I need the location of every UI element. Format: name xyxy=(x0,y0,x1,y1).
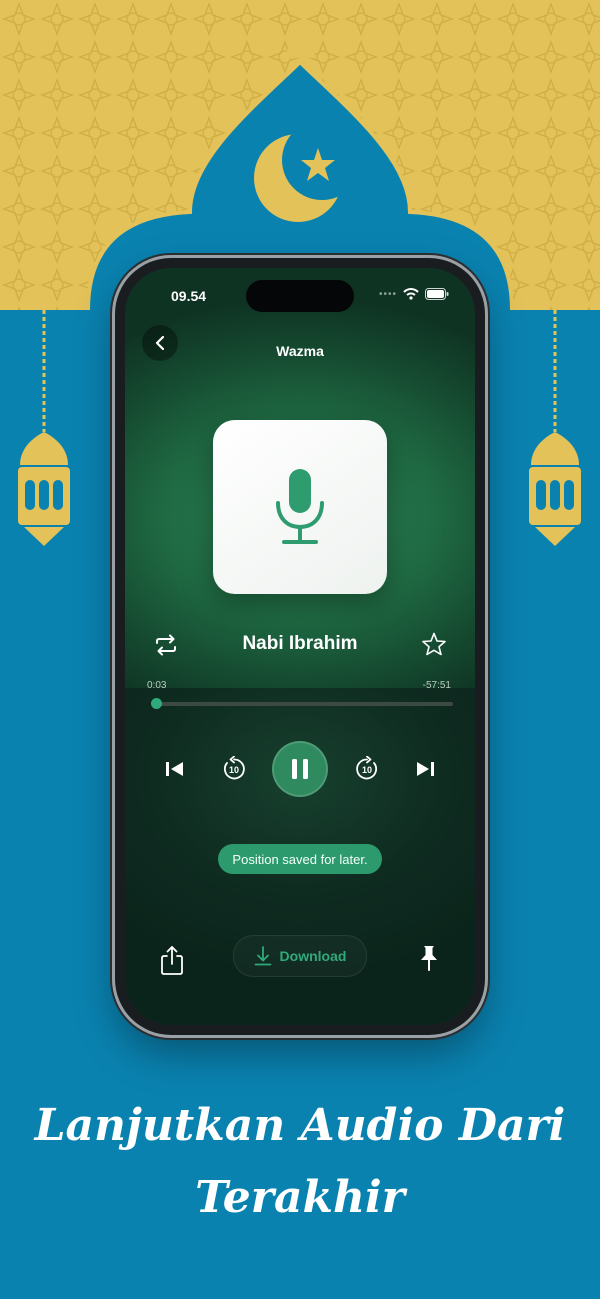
star-icon xyxy=(422,632,446,656)
download-icon xyxy=(254,946,271,966)
wifi-icon xyxy=(403,288,419,300)
previous-button[interactable] xyxy=(163,757,187,781)
forward-button[interactable]: 10 xyxy=(353,755,381,783)
phone-mockup: 09.54 •••• Wazma Nabi Ibrahim 0:03 -57:5… xyxy=(115,258,485,1035)
rewind-10-icon: 10 xyxy=(224,756,245,780)
elapsed-time: 0:03 xyxy=(147,680,167,691)
skip-next-icon xyxy=(417,762,434,776)
download-label: Download xyxy=(279,948,347,964)
toast-message: Position saved for later. xyxy=(218,844,382,874)
share-icon xyxy=(161,946,183,975)
forward-seconds-label: 10 xyxy=(362,765,372,775)
favorite-button[interactable] xyxy=(421,631,447,657)
rewind-seconds-label: 10 xyxy=(229,765,239,775)
pause-icon xyxy=(292,759,308,779)
status-time: 09.54 xyxy=(171,288,207,304)
progress-slider[interactable] xyxy=(151,698,453,709)
rewind-button[interactable]: 10 xyxy=(220,755,248,783)
track-artwork xyxy=(213,420,387,594)
next-button[interactable] xyxy=(413,757,437,781)
promo-headline: Lanjutkan Audio Dari xyxy=(34,1100,566,1151)
dynamic-island xyxy=(246,280,354,312)
share-button[interactable] xyxy=(158,944,186,976)
player-screen: 09.54 •••• Wazma Nabi Ibrahim 0:03 -57:5… xyxy=(125,268,475,1025)
remaining-time: -57:51 xyxy=(422,680,451,691)
signal-dots-icon: •••• xyxy=(378,288,397,300)
pause-button[interactable] xyxy=(272,741,328,797)
pin-icon xyxy=(421,946,437,971)
page-title: Wazma xyxy=(276,343,324,359)
forward-10-icon: 10 xyxy=(356,756,377,780)
skip-previous-icon xyxy=(166,762,183,776)
battery-icon xyxy=(425,288,449,300)
pin-button[interactable] xyxy=(417,944,441,972)
download-button[interactable]: Download xyxy=(233,935,367,977)
microphone-icon xyxy=(276,469,324,544)
status-icons: •••• xyxy=(379,288,449,300)
promo-headline-2: Terakhir xyxy=(195,1172,405,1223)
progress-handle[interactable] xyxy=(151,698,162,709)
